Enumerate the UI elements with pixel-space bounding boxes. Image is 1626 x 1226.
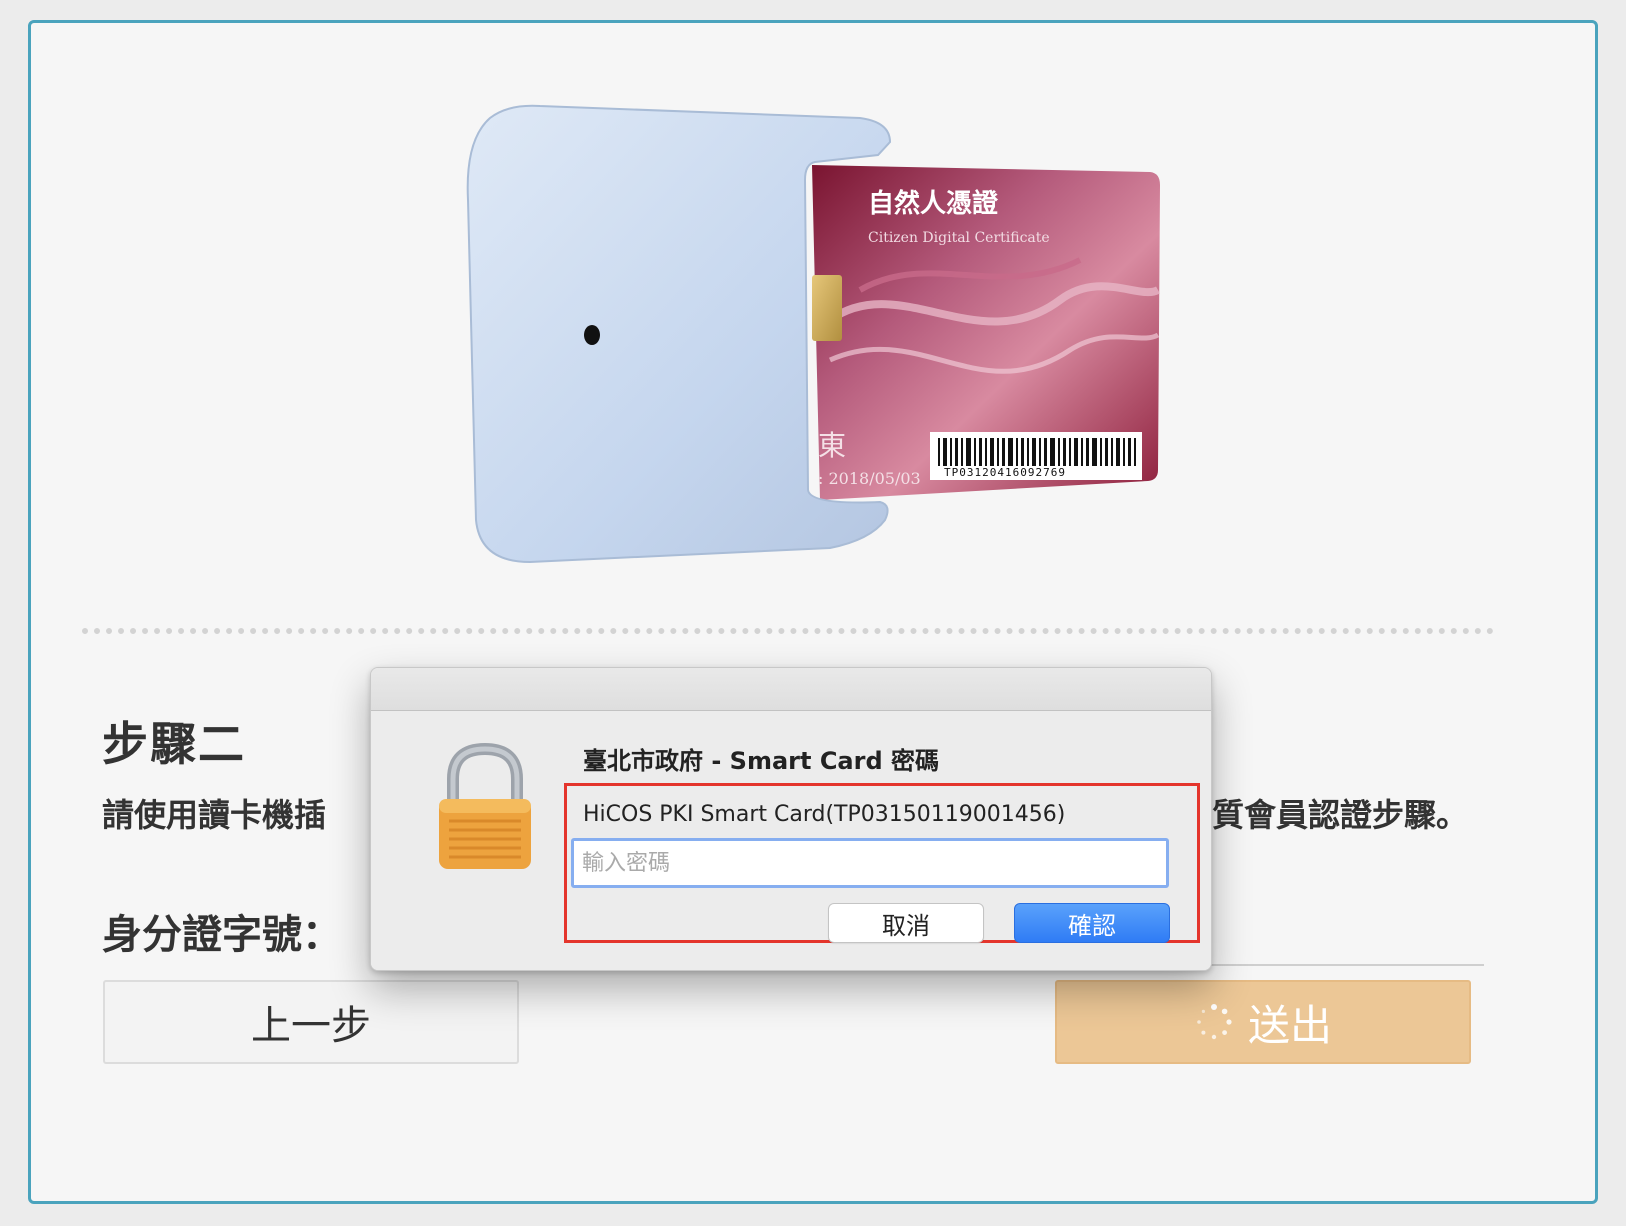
previous-step-label: 上一步 [251, 1003, 371, 1049]
dialog-body: 臺北市政府 - Smart Card 密碼 HiCOS PKI Smart Ca… [371, 711, 1211, 970]
card-title-text: 自然人憑證 [868, 188, 999, 219]
smart-card-image: 自然人憑證 Citizen Digital Certificate 東 : 20… [812, 165, 1160, 500]
step-title: 步驟二 [102, 717, 246, 771]
dialog-heading: 臺北市政府 - Smart Card 密碼 [583, 747, 940, 775]
smart-card-password-dialog: 臺北市政府 - Smart Card 密碼 HiCOS PKI Smart Ca… [370, 667, 1212, 971]
card-date-text: : 2018/05/03 [818, 469, 921, 488]
password-input[interactable] [571, 838, 1169, 888]
submit-label: 送出 [1247, 1000, 1332, 1050]
instruction-text-right: 質會員認證步驟。 [1212, 796, 1469, 834]
smart-card-name: HiCOS PKI Smart Card(TP03150119001456) [583, 802, 1066, 827]
id-number-field-underline[interactable] [1200, 964, 1484, 966]
submit-button[interactable]: 送出 [1055, 980, 1471, 1064]
instruction-text-left: 請使用讀卡機插 [102, 796, 327, 834]
confirm-button[interactable]: 確認 [1014, 903, 1170, 943]
dialog-titlebar[interactable] [371, 668, 1211, 711]
card-name-char: 東 [818, 429, 846, 462]
previous-step-button[interactable]: 上一步 [103, 980, 519, 1064]
cancel-button[interactable]: 取消 [828, 903, 984, 943]
confirm-label: 確認 [1068, 911, 1116, 940]
card-reader-illustration: 自然人憑證 Citizen Digital Certificate 東 : 20… [466, 104, 1160, 564]
id-number-label: 身分證字號： [102, 912, 342, 958]
cancel-label: 取消 [882, 911, 930, 940]
section-divider [82, 628, 1494, 634]
lock-icon [439, 743, 531, 869]
loading-spinner-icon [1197, 1004, 1232, 1040]
card-subtitle-text: Citizen Digital Certificate [868, 230, 1050, 246]
card-barcode-text: TP03120416092769 [944, 466, 1066, 479]
